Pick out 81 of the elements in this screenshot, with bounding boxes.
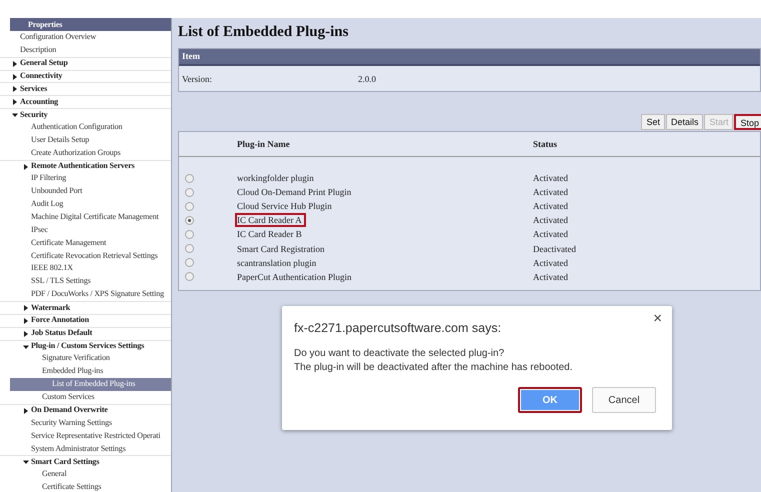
sidebar-item[interactable]: PDF / DocuWorks / XPS Signature Setting bbox=[0, 288, 171, 302]
table-cell-text: scantranslation plugin bbox=[236, 256, 318, 270]
sidebar-item[interactable]: Accounting bbox=[0, 95, 171, 108]
sidebar-item[interactable]: List of Embedded Plug-ins bbox=[10, 378, 171, 392]
table-cell: Activated bbox=[533, 215, 568, 226]
caret-down-icon bbox=[23, 344, 29, 350]
toolbar-button[interactable]: Stop bbox=[734, 114, 761, 130]
sidebar-item[interactable]: Certificate Revocation Retrieval Settings bbox=[0, 250, 171, 262]
caret-down-icon bbox=[23, 459, 29, 466]
radio-button[interactable] bbox=[185, 188, 194, 197]
caret-down-icon bbox=[12, 112, 18, 118]
sidebar-item[interactable]: Unbounded Port bbox=[0, 185, 171, 198]
sidebar-item[interactable]: Watermark bbox=[0, 301, 171, 314]
radio-button[interactable] bbox=[185, 174, 194, 183]
sidebar-item[interactable]: Security bbox=[0, 108, 171, 122]
sidebar-item[interactable]: User Details Setup bbox=[0, 134, 171, 147]
sidebar-item[interactable]: Job Status Default bbox=[0, 326, 171, 340]
table-cell: Activated bbox=[533, 201, 568, 212]
sidebar-item[interactable]: SSL / TLS Settings bbox=[0, 275, 171, 288]
dialog-title: fx-c2271.papercutsoftware.com says: bbox=[294, 321, 502, 335]
sidebar-item[interactable]: Authentication Configuration bbox=[0, 121, 171, 134]
caret-right-icon bbox=[23, 164, 29, 170]
table-cell: Activated bbox=[533, 187, 568, 198]
radio-button[interactable] bbox=[185, 272, 194, 282]
table-cell-text: workingfolder plugin bbox=[236, 172, 315, 186]
sidebar-item[interactable]: Plug-in / Custom Services Settings bbox=[0, 340, 171, 352]
sidebar-item[interactable]: Connectivity bbox=[0, 70, 171, 82]
dialog-message: Do you want to deactivate the selected plug-in? bbox=[294, 347, 506, 361]
column-header: Plug-in Name bbox=[237, 139, 291, 149]
sidebar-item[interactable]: Services bbox=[0, 82, 171, 96]
radio-button[interactable] bbox=[185, 202, 194, 211]
sidebar-item[interactable]: Smart Card Settings bbox=[0, 455, 171, 468]
toolbar-button[interactable]: Set bbox=[641, 114, 665, 130]
sidebar-item[interactable]: Service Representative Restricted Operati bbox=[0, 430, 171, 442]
sidebar-item[interactable]: Force Annotation bbox=[0, 314, 171, 327]
sidebar-item[interactable]: Signature Verification bbox=[0, 352, 171, 366]
cancel-button[interactable]: Cancel bbox=[592, 387, 656, 413]
dialog-message: The plug-in will be deactivated after the machine has rebooted. bbox=[294, 361, 574, 375]
table-cell-text: PaperCut Authentication Plugin bbox=[236, 270, 352, 284]
sidebar-item[interactable]: Configuration Overview bbox=[0, 31, 171, 44]
sidebar-item[interactable]: Description bbox=[0, 44, 171, 57]
sidebar-item[interactable]: General bbox=[0, 468, 171, 482]
sidebar-item[interactable]: IPsec bbox=[0, 224, 171, 237]
table-cell: Activated bbox=[533, 173, 568, 184]
table-cell-text: Smart Card Registration bbox=[236, 242, 326, 256]
table-cell-text: Cloud Service Hub Plugin bbox=[236, 200, 333, 214]
sidebar-item[interactable]: Certificate Management bbox=[0, 236, 171, 250]
radio-button[interactable] bbox=[185, 230, 194, 239]
sidebar-item[interactable]: On Demand Overwrite bbox=[0, 404, 171, 417]
table-cell: IC Card Reader A bbox=[235, 213, 306, 228]
sidebar-item[interactable]: Custom Services bbox=[0, 391, 171, 404]
close-button[interactable]: × bbox=[651, 311, 664, 326]
sidebar-item[interactable]: General Setup bbox=[0, 56, 171, 70]
sidebar-item[interactable]: Machine Digital Certificate Management bbox=[0, 211, 171, 224]
table-cell: Activated bbox=[533, 258, 568, 268]
radio-button[interactable] bbox=[185, 258, 194, 268]
caret-right-icon bbox=[23, 408, 29, 414]
caret-right-icon bbox=[12, 74, 18, 80]
page-title: List of Embedded Plug-ins bbox=[178, 23, 350, 42]
table-cell: Activated bbox=[533, 229, 568, 240]
sidebar-item[interactable]: Audit Log bbox=[0, 198, 171, 212]
table-cell-text: IC Card Reader B bbox=[236, 228, 303, 242]
radio-button[interactable] bbox=[185, 244, 194, 254]
radio-button[interactable] bbox=[185, 216, 194, 225]
sidebar-item[interactable]: Security Warning Settings bbox=[0, 416, 171, 430]
table-cell-text: Cloud On-Demand Print Plugin bbox=[236, 186, 352, 200]
sidebar-item[interactable]: Create Authorization Groups bbox=[0, 146, 171, 160]
sidebar-title: Properties bbox=[10, 18, 171, 31]
column-header: Status bbox=[533, 139, 558, 149]
sidebar-item[interactable]: Embedded Plug-ins bbox=[0, 365, 171, 378]
field-value: 2.0.0 bbox=[358, 74, 376, 84]
sidebar-item[interactable]: IP Filtering bbox=[0, 172, 171, 186]
field-label: Version: bbox=[182, 74, 213, 84]
table-cell: Deactivated bbox=[533, 244, 576, 254]
sidebar-item[interactable]: IEEE 802.1X bbox=[0, 262, 171, 276]
table-cell: Activated bbox=[533, 272, 568, 282]
toolbar-button[interactable]: Details bbox=[666, 114, 704, 130]
sidebar-item[interactable]: Remote Authentication Servers bbox=[0, 160, 171, 172]
panel-header: Item bbox=[179, 49, 760, 66]
sidebar-item[interactable]: System Administrator Settings bbox=[0, 442, 171, 456]
sidebar-item[interactable]: Certificate Settings bbox=[0, 481, 171, 492]
